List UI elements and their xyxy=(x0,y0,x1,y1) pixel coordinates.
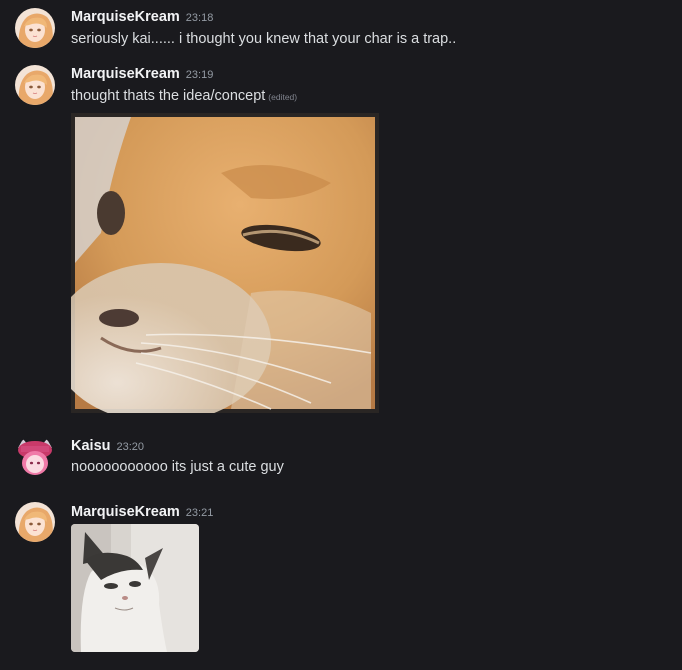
author-name[interactable]: MarquiseKream xyxy=(71,504,180,520)
marquisekream-avatar[interactable] xyxy=(15,502,55,542)
message-timestamp: 23:21 xyxy=(185,507,214,519)
message-4: MarquiseKream 23:21 xyxy=(0,0,682,670)
white-cat-image xyxy=(71,524,199,652)
message-header: MarquiseKream 23:21 xyxy=(71,503,213,521)
avatar-image xyxy=(15,502,55,542)
white-cat-image-attachment[interactable] xyxy=(71,524,199,652)
